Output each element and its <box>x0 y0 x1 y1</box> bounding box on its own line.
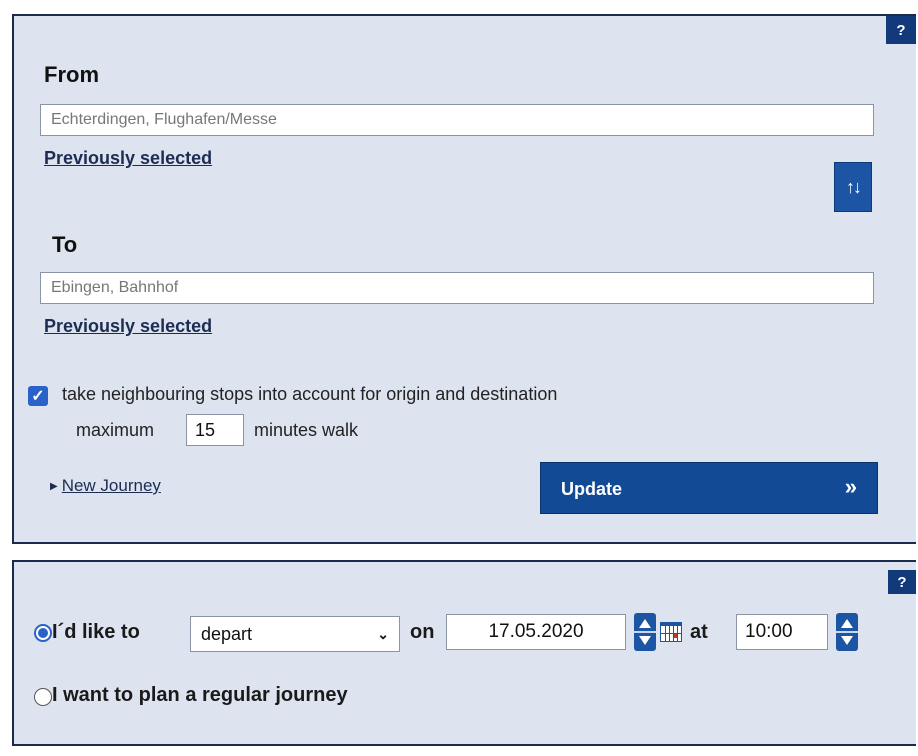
regular-journey-label: I want to plan a regular journey <box>52 684 348 706</box>
arrow-down-icon[interactable] <box>841 636 853 645</box>
regular-journey-radio[interactable] <box>34 688 52 706</box>
to-previously-selected-link[interactable]: Previously selected <box>44 316 212 337</box>
swap-arrows-icon: ↑↓ <box>846 176 862 197</box>
update-label: Update <box>561 479 623 499</box>
checkmark-icon: ✓ <box>31 388 45 405</box>
new-journey-label: New Journey <box>61 476 161 495</box>
to-heading: To <box>52 232 78 257</box>
minutes-walk-label: minutes walk <box>254 420 359 440</box>
update-button[interactable]: Update » <box>540 462 878 514</box>
double-chevron-right-icon: » <box>844 474 857 499</box>
neighbouring-stops-checkbox[interactable]: ✓ <box>28 386 48 406</box>
time-stepper[interactable] <box>836 613 858 651</box>
to-input[interactable]: Ebingen, Bahnhof <box>40 272 874 304</box>
help-button[interactable]: ? <box>888 570 916 594</box>
help-button[interactable]: ? <box>886 16 916 44</box>
maximum-label: maximum <box>76 420 155 440</box>
time-input[interactable]: 10:00 <box>736 614 828 650</box>
from-heading: From <box>44 62 99 87</box>
calendar-icon[interactable] <box>660 622 682 642</box>
arrow-up-icon[interactable] <box>841 619 853 628</box>
like-to-label: I´d like to <box>52 621 140 643</box>
arrow-up-icon[interactable] <box>639 619 651 628</box>
depart-arrive-value: depart <box>201 624 253 644</box>
on-label: on <box>410 621 435 643</box>
depart-arrive-select[interactable]: depart ⌄ <box>190 616 400 652</box>
date-input[interactable]: 17.05.2020 <box>446 614 626 650</box>
new-journey-link[interactable]: ▶ New Journey <box>50 476 161 496</box>
from-previously-selected-link[interactable]: Previously selected <box>44 148 212 169</box>
time-panel: ? I´d like to depart ⌄ on 17.05.2020 at … <box>12 560 916 746</box>
like-to-radio[interactable] <box>34 624 52 642</box>
route-panel: ? From Echterdingen, Flughafen/Messe Pre… <box>12 14 916 544</box>
walk-minutes-input[interactable]: 15 <box>186 414 244 446</box>
at-label: at <box>690 621 708 643</box>
neighbouring-stops-label: take neighbouring stops into account for… <box>62 384 558 404</box>
date-stepper[interactable] <box>634 613 656 651</box>
from-input[interactable]: Echterdingen, Flughafen/Messe <box>40 104 874 136</box>
swap-button[interactable]: ↑↓ <box>834 162 872 212</box>
chevron-down-icon: ⌄ <box>377 626 389 642</box>
triangle-right-icon: ▶ <box>50 481 58 492</box>
arrow-down-icon[interactable] <box>639 636 651 645</box>
